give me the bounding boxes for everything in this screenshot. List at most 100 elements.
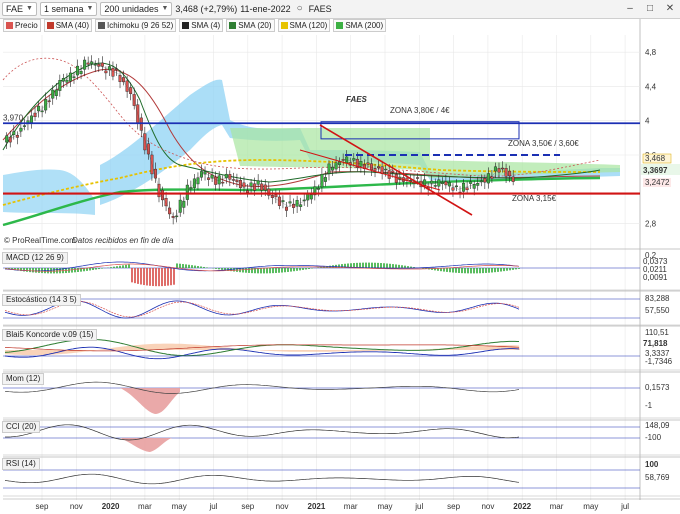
macd-histogram-bar [392,264,394,268]
candle-body [352,158,356,161]
macd-histogram-bar [452,268,454,273]
macd-histogram-bar [374,262,376,268]
macd-histogram-bar [389,263,391,268]
macd-histogram-bar [401,265,403,268]
macd-histogram-bar [170,268,172,286]
macd-histogram-bar [278,268,280,273]
macd-histogram-bar [302,268,304,270]
macd-histogram-bar [200,266,202,268]
stochastic-label[interactable]: Estocástico (14 3 5) [2,294,81,306]
candle-body [394,174,398,183]
candle-body [153,168,157,179]
candle-body [100,62,104,67]
momentum-label[interactable]: Mom (12) [2,373,45,385]
candle-body [416,177,420,179]
macd-histogram-bar [167,268,169,286]
macd-histogram-bar [407,266,409,268]
candle-body [430,180,434,184]
momentum-value: 0,1573 [645,383,670,392]
macd-histogram-bar [308,268,310,269]
candle-body [423,179,427,186]
x-axis-tick: may [377,502,392,511]
x-axis-tick: mar [550,502,564,511]
candle-body [391,170,395,173]
candle-body [207,177,211,180]
macd-histogram-bar [149,268,151,286]
sma-value-label: 3,3697 [643,166,668,175]
macd-histogram-bar [458,268,460,273]
macd-histogram-bar [506,268,508,271]
macd-histogram-bar [74,268,76,273]
x-axis-tick: mar [138,502,152,511]
candle-body [323,177,327,182]
candle-body [451,187,455,191]
macd-histogram-bar [488,268,490,273]
rsi-label[interactable]: RSI (14) [2,458,40,470]
candle-body [214,176,218,185]
macd-histogram-bar [290,268,292,272]
macd-histogram-bar [296,268,298,271]
candle-body [238,179,242,188]
zone-label-3-50-3-60: ZONA 3,50€ / 3,60€ [508,139,579,148]
macd-histogram-bar [485,268,487,273]
macd-histogram-bar [422,268,424,269]
stochastic-d-line [4,301,520,318]
source-label: © ProRealTime.com [4,236,76,245]
macd-histogram-bar [125,264,127,268]
macd-histogram-bar [287,268,289,272]
macd-histogram-bar [95,268,97,270]
last-price-label: 3,468 [645,154,666,163]
macd-histogram-bar [275,268,277,273]
candle-body [377,166,381,169]
macd-histogram-bar [518,268,520,269]
macd-histogram-bar [467,268,469,274]
macd-histogram-bar [155,268,157,287]
koncorde-label[interactable]: Blai5 Koncorde v.09 (15) [2,329,98,341]
candle-body [384,168,388,171]
candle-body [114,68,118,70]
candle-body [260,183,264,191]
zone-label-3-15: ZONA 3,15€ [512,194,557,203]
x-axis-tick: sep [447,502,460,511]
macd-histogram-bar [71,268,73,273]
macd-histogram-bar [362,262,364,268]
stochastic-k-line [4,300,520,319]
macd-label[interactable]: MACD (12 26 9) [2,252,68,264]
macd-histogram-bar [473,268,475,274]
macd-histogram-bar [305,268,307,270]
macd-histogram-bar [92,268,94,271]
macd-histogram-bar [143,268,145,286]
macd-histogram-bar [329,265,331,268]
macd-histogram-bar [248,268,250,273]
macd-histogram-bar [140,268,142,285]
macd-histogram-bar [383,263,385,268]
macd-histogram-bar [218,268,220,270]
koncorde-value-1: 110,51 [645,328,669,337]
macd-histogram-bar [176,263,178,268]
macd-histogram-bar [464,268,466,274]
candle-body [76,65,80,76]
candle-body [387,170,391,179]
macd-histogram-bar [131,268,133,283]
candle-body [274,194,278,198]
macd-histogram-bar [365,262,367,268]
candle-body [493,166,497,172]
rsi-line [4,473,520,485]
macd-histogram-bar [182,264,184,268]
macd-histogram-bar [110,267,112,268]
price-axis-tick: 2,8 [645,220,657,229]
candle-body [334,162,338,170]
macd-histogram-bar [152,268,154,287]
cci-label[interactable]: CCI (20) [2,421,41,433]
candle-body [320,174,324,188]
macd-histogram-bar [134,268,136,284]
candle-body [72,76,76,78]
cci-value: 148,09 [645,421,670,430]
macd-histogram-bar [512,268,514,270]
candle-body [433,185,437,187]
candle-body [185,184,189,200]
candle-body [79,71,83,74]
macd-histogram-bar [191,265,193,268]
x-axis-tick: nov [276,502,289,511]
macd-histogram-bar [446,268,448,272]
